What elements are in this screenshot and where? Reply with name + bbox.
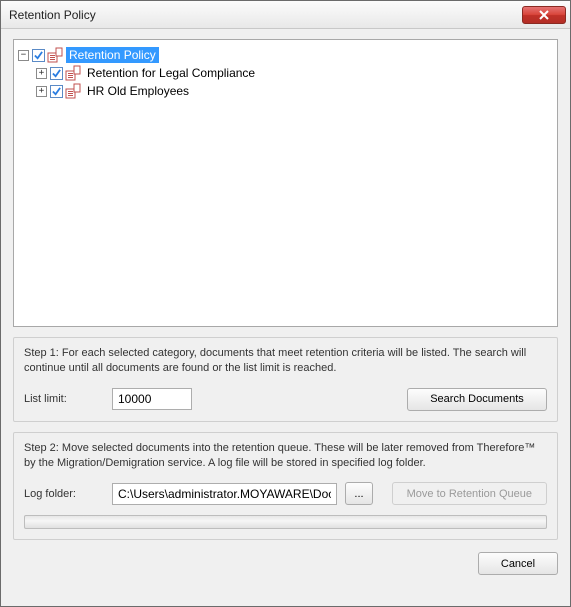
titlebar: Retention Policy — [1, 1, 570, 29]
search-documents-button[interactable]: Search Documents — [407, 388, 547, 411]
step-2-group: Step 2: Move selected documents into the… — [13, 432, 558, 541]
checkbox[interactable] — [50, 67, 63, 80]
log-folder-label: Log folder: — [24, 488, 104, 500]
checkbox[interactable] — [32, 49, 45, 62]
retention-policy-icon — [47, 47, 63, 63]
tree-node-label[interactable]: Retention for Legal Compliance — [84, 65, 258, 81]
retention-policy-dialog: Retention Policy − — [0, 0, 571, 607]
move-to-retention-queue-button[interactable]: Move to Retention Queue — [392, 482, 547, 505]
expander-icon[interactable]: + — [36, 86, 47, 97]
client-area: − Retention Policy + — [1, 29, 570, 606]
tree-node-root[interactable]: − Retention Policy — [18, 46, 553, 64]
log-folder-input[interactable] — [112, 483, 337, 505]
tree-node-child[interactable]: + HR Old Employees — [18, 82, 553, 100]
tree-node-label[interactable]: Retention Policy — [66, 47, 159, 63]
step-2-description: Step 2: Move selected documents into the… — [24, 441, 547, 471]
retention-policy-icon — [65, 65, 81, 81]
window-title: Retention Policy — [9, 8, 522, 22]
expander-icon[interactable]: + — [36, 68, 47, 79]
tree-node-child[interactable]: + Retention for Legal Compliance — [18, 64, 553, 82]
checkbox[interactable] — [50, 85, 63, 98]
list-limit-input[interactable] — [112, 388, 192, 410]
dialog-footer: Cancel — [13, 550, 558, 575]
list-limit-label: List limit: — [24, 393, 104, 405]
close-icon — [539, 10, 549, 20]
progress-bar — [24, 515, 547, 529]
cancel-button[interactable]: Cancel — [478, 552, 558, 575]
tree-node-label[interactable]: HR Old Employees — [84, 83, 192, 99]
step-1-group: Step 1: For each selected category, docu… — [13, 337, 558, 422]
browse-button[interactable]: ... — [345, 482, 373, 505]
step-1-description: Step 1: For each selected category, docu… — [24, 346, 547, 376]
close-button[interactable] — [522, 6, 566, 24]
retention-policy-icon — [65, 83, 81, 99]
expander-icon[interactable]: − — [18, 50, 29, 61]
category-tree[interactable]: − Retention Policy + — [13, 39, 558, 327]
